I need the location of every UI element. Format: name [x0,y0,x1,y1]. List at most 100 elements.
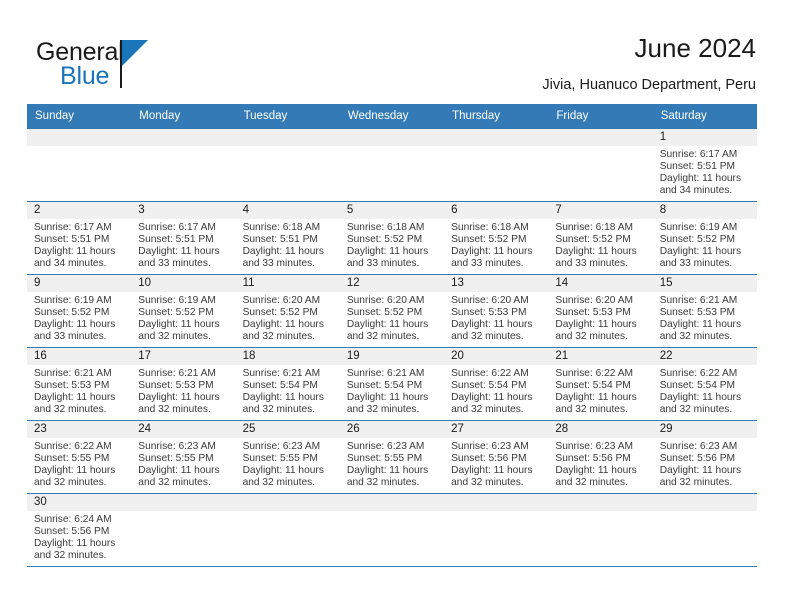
daylight-text: Daylight: 11 hours [555,245,637,257]
calendar-day-cell[interactable]: 16 Sunrise: 6:21 AM Sunset: 5:53 PM Dayligh… [27,347,132,421]
daylight-text: Daylight: 11 hours [659,172,742,184]
day-number: 7 [548,202,653,219]
day-number: 24 [131,421,236,438]
calendar-day-cell[interactable]: 8 Sunrise: 6:19 AM Sunset: 5:52 PM Daylight… [652,201,757,275]
day-number: 3 [131,202,236,219]
calendar-day-cell[interactable]: 18 Sunrise: 6:21 AM Sunset: 5:54 PM Dayligh… [235,347,340,421]
daylight-text-cont: and 33 minutes. [346,257,420,269]
calendar-day-cell[interactable]: 13 Sunrise: 6:20 AM Sunset: 5:53 PM Dayligh… [444,274,549,348]
calendar-day-cell[interactable]: 21 Sunrise: 6:22 AM Sunset: 5:54 PM Dayligh… [548,347,653,421]
sunrise-text: Sunrise: 6:18 AM [555,222,633,233]
day-details: Sunrise: 6:18 AM Sunset: 5:51 PM Daylight:… [236,219,340,270]
day-details: Sunrise: 6:21 AM Sunset: 5:54 PM Daylight:… [236,365,340,416]
daylight-text-cont: and 32 minutes. [346,476,420,488]
day-number: 25 [235,421,340,438]
weekday-header-friday: Friday [548,104,653,129]
calendar-day-cell[interactable]: 10 Sunrise: 6:19 AM Sunset: 5:52 PM Dayligh… [131,274,236,348]
calendar-empty-cell [444,493,549,567]
day-number [548,129,653,146]
calendar-day-cell[interactable]: 9 Sunrise: 6:19 AM Sunset: 5:52 PM Daylight… [27,274,132,348]
day-number: 29 [652,421,757,438]
daylight-text-cont: and 32 minutes. [138,476,211,488]
day-details: Sunrise: 6:19 AM Sunset: 5:52 PM Daylight:… [27,292,131,343]
day-number: 10 [131,275,236,292]
calendar-empty-cell [548,493,653,567]
day-number: 14 [548,275,653,292]
calendar-day-cell[interactable]: 25 Sunrise: 6:23 AM Sunset: 5:55 PM Dayligh… [235,420,340,494]
day-number: 22 [652,348,757,365]
calendar-day-cell[interactable]: 24 Sunrise: 6:23 AM Sunset: 5:55 PM Dayligh… [131,420,236,494]
day-details: Sunrise: 6:18 AM Sunset: 5:52 PM Daylight:… [548,219,652,270]
sunset-text: Sunset: 5:55 PM [242,452,318,464]
calendar-week-row: 1 Sunrise: 6:17 AM Sunset: 5:51 PM Daylight… [27,128,757,202]
day-details: Sunrise: 6:17 AM Sunset: 5:51 PM Daylight:… [653,146,757,197]
daylight-text-cont: and 32 minutes. [242,476,316,488]
sunset-text: Sunset: 5:51 PM [242,233,318,245]
day-details: Sunrise: 6:24 AM Sunset: 5:56 PM Daylight:… [27,511,131,562]
calendar-day-cell[interactable]: 27 Sunrise: 6:23 AM Sunset: 5:56 PM Dayligh… [444,420,549,494]
calendar-day-cell[interactable]: 11 Sunrise: 6:20 AM Sunset: 5:52 PM Dayligh… [235,274,340,348]
daylight-text-cont: and 32 minutes. [34,549,107,561]
calendar-day-cell[interactable]: 17 Sunrise: 6:21 AM Sunset: 5:53 PM Dayligh… [131,347,236,421]
daylight-text: Daylight: 11 hours [451,245,533,257]
calendar-day-cell[interactable]: 15 Sunrise: 6:21 AM Sunset: 5:53 PM Dayligh… [652,274,757,348]
day-details: Sunrise: 6:23 AM Sunset: 5:56 PM Daylight:… [444,438,548,489]
day-number [444,494,549,511]
brand-name-blue: Blue [60,62,110,90]
calendar-day-cell[interactable]: 4 Sunrise: 6:18 AM Sunset: 5:51 PM Daylight… [235,201,340,275]
daylight-text-cont: and 32 minutes. [659,403,733,415]
sunrise-text: Sunrise: 6:23 AM [555,441,633,452]
calendar-day-cell[interactable]: 19 Sunrise: 6:21 AM Sunset: 5:54 PM Dayligh… [339,347,445,421]
calendar-day-cell[interactable]: 12 Sunrise: 6:20 AM Sunset: 5:52 PM Dayligh… [339,274,445,348]
calendar-day-cell[interactable]: 14 Sunrise: 6:20 AM Sunset: 5:53 PM Dayligh… [548,274,653,348]
brand-logo[interactable]: General Blue [36,38,236,90]
day-number [548,494,653,511]
sunset-text: Sunset: 5:53 PM [659,306,736,318]
calendar-day-cell[interactable]: 26 Sunrise: 6:23 AM Sunset: 5:55 PM Dayligh… [339,420,445,494]
sunset-text: Sunset: 5:54 PM [242,379,318,391]
calendar-day-cell[interactable]: 22 Sunrise: 6:22 AM Sunset: 5:54 PM Dayligh… [652,347,757,421]
daylight-text-cont: and 33 minutes. [659,257,733,269]
daylight-text: Daylight: 11 hours [34,464,116,476]
daylight-text: Daylight: 11 hours [242,464,324,476]
daylight-text: Daylight: 11 hours [659,464,742,476]
calendar-day-cell[interactable]: 2 Sunrise: 6:17 AM Sunset: 5:51 PM Daylight… [27,201,132,275]
calendar-day-cell[interactable]: 29 Sunrise: 6:23 AM Sunset: 5:56 PM Dayligh… [652,420,757,494]
day-details: Sunrise: 6:21 AM Sunset: 5:53 PM Daylight:… [131,365,235,416]
sunrise-text: Sunrise: 6:17 AM [138,222,216,233]
calendar-day-cell[interactable]: 6 Sunrise: 6:18 AM Sunset: 5:52 PM Daylight… [444,201,549,275]
sunrise-text: Sunrise: 6:19 AM [138,295,216,306]
daylight-text-cont: and 32 minutes. [659,476,733,488]
calendar-day-cell[interactable]: 28 Sunrise: 6:23 AM Sunset: 5:56 PM Dayligh… [548,420,653,494]
sunset-text: Sunset: 5:52 PM [346,233,423,245]
daylight-text-cont: and 33 minutes. [34,330,107,342]
sunrise-text: Sunrise: 6:21 AM [659,295,738,306]
sunset-text: Sunset: 5:56 PM [659,452,736,464]
calendar-day-cell[interactable]: 7 Sunrise: 6:18 AM Sunset: 5:52 PM Daylight… [548,201,653,275]
day-details: Sunrise: 6:22 AM Sunset: 5:54 PM Daylight:… [548,365,652,416]
day-number: 12 [339,275,445,292]
calendar-empty-cell [131,128,236,202]
sunset-text: Sunset: 5:52 PM [346,306,423,318]
daylight-text: Daylight: 11 hours [138,245,220,257]
calendar-day-cell[interactable]: 3 Sunrise: 6:17 AM Sunset: 5:51 PM Daylight… [131,201,236,275]
calendar-empty-cell [131,493,236,567]
sunset-text: Sunset: 5:52 PM [555,233,631,245]
daylight-text: Daylight: 11 hours [34,537,116,549]
sunrise-text: Sunrise: 6:20 AM [346,295,425,306]
daylight-text-cont: and 32 minutes. [451,330,524,342]
day-number: 21 [548,348,653,365]
calendar-day-cell[interactable]: 1 Sunrise: 6:17 AM Sunset: 5:51 PM Daylight… [652,128,757,202]
calendar-day-cell[interactable]: 5 Sunrise: 6:18 AM Sunset: 5:52 PM Daylight… [339,201,445,275]
calendar-day-cell[interactable]: 23 Sunrise: 6:22 AM Sunset: 5:55 PM Dayligh… [27,420,132,494]
calendar-empty-cell [27,128,132,202]
calendar-empty-cell [235,493,340,567]
weekday-header-wednesday: Wednesday [339,104,445,129]
day-details: Sunrise: 6:20 AM Sunset: 5:53 PM Daylight:… [444,292,548,343]
weekday-header-monday: Monday [131,104,236,129]
daylight-text-cont: and 32 minutes. [138,403,211,415]
calendar-day-cell[interactable]: 30 Sunrise: 6:24 AM Sunset: 5:56 PM Dayligh… [27,493,132,567]
day-number: 11 [235,275,340,292]
day-number [339,494,445,511]
calendar-day-cell[interactable]: 20 Sunrise: 6:22 AM Sunset: 5:54 PM Dayligh… [444,347,549,421]
